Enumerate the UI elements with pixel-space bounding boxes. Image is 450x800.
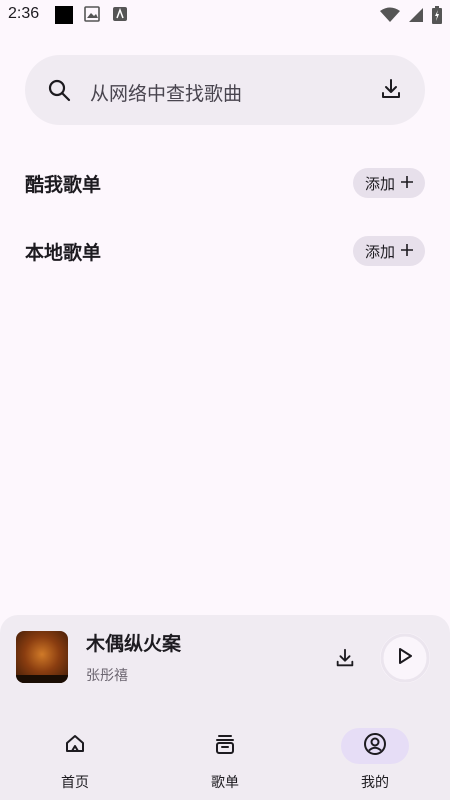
wifi-icon xyxy=(380,7,400,27)
nav-indicator xyxy=(41,728,109,764)
cell-signal-icon xyxy=(408,7,424,27)
local-playlist-row: 本地歌单 添加 xyxy=(25,236,425,268)
status-bar: 2:36 xyxy=(0,0,450,30)
play-icon xyxy=(398,648,412,668)
play-button[interactable] xyxy=(380,633,430,683)
add-local-playlist-button[interactable]: 添加 xyxy=(353,236,425,266)
album-art-stripe xyxy=(16,675,68,683)
kuwo-playlist-title: 酷我歌单 xyxy=(25,174,102,196)
search-bar[interactable]: 从网络中查找歌曲 xyxy=(25,55,425,125)
nav-label: 歌单 xyxy=(211,775,239,791)
kuwo-playlist-row: 酷我歌单 添加 xyxy=(25,168,425,200)
battery-charging-icon xyxy=(432,6,442,28)
nav-indicator xyxy=(191,728,259,764)
song-artist: 张彤禧 xyxy=(86,668,128,684)
search-input[interactable]: 从网络中查找歌曲 xyxy=(90,79,242,106)
song-title: 木偶纵火案 xyxy=(86,633,182,655)
nav-label: 我的 xyxy=(361,775,389,791)
album-art[interactable] xyxy=(16,631,68,683)
local-playlist-title: 本地歌单 xyxy=(25,242,102,264)
plus-icon xyxy=(401,242,413,260)
search-icon[interactable] xyxy=(47,78,71,106)
app-notification-icon xyxy=(112,6,128,26)
image-icon xyxy=(84,6,100,26)
nav-item-home[interactable]: 首页 xyxy=(25,728,125,792)
add-label: 添加 xyxy=(364,242,395,261)
download-icon[interactable] xyxy=(379,77,403,105)
add-label: 添加 xyxy=(364,174,395,193)
nav-indicator-active xyxy=(341,728,409,764)
notification-square-icon xyxy=(55,6,73,28)
profile-icon xyxy=(363,732,387,760)
plus-icon xyxy=(401,174,413,192)
bottom-nav: 首页 歌单 我的 xyxy=(0,710,450,800)
nav-item-playlists[interactable]: 歌单 xyxy=(175,728,275,792)
nav-item-mine[interactable]: 我的 xyxy=(325,728,425,792)
status-time: 2:36 xyxy=(8,5,40,22)
nav-label: 首页 xyxy=(61,775,89,791)
download-icon[interactable] xyxy=(334,647,356,673)
add-kuwo-playlist-button[interactable]: 添加 xyxy=(353,168,425,198)
home-icon xyxy=(63,732,87,760)
playlist-icon xyxy=(213,732,237,760)
mini-player[interactable]: 木偶纵火案 张彤禧 xyxy=(0,615,450,710)
